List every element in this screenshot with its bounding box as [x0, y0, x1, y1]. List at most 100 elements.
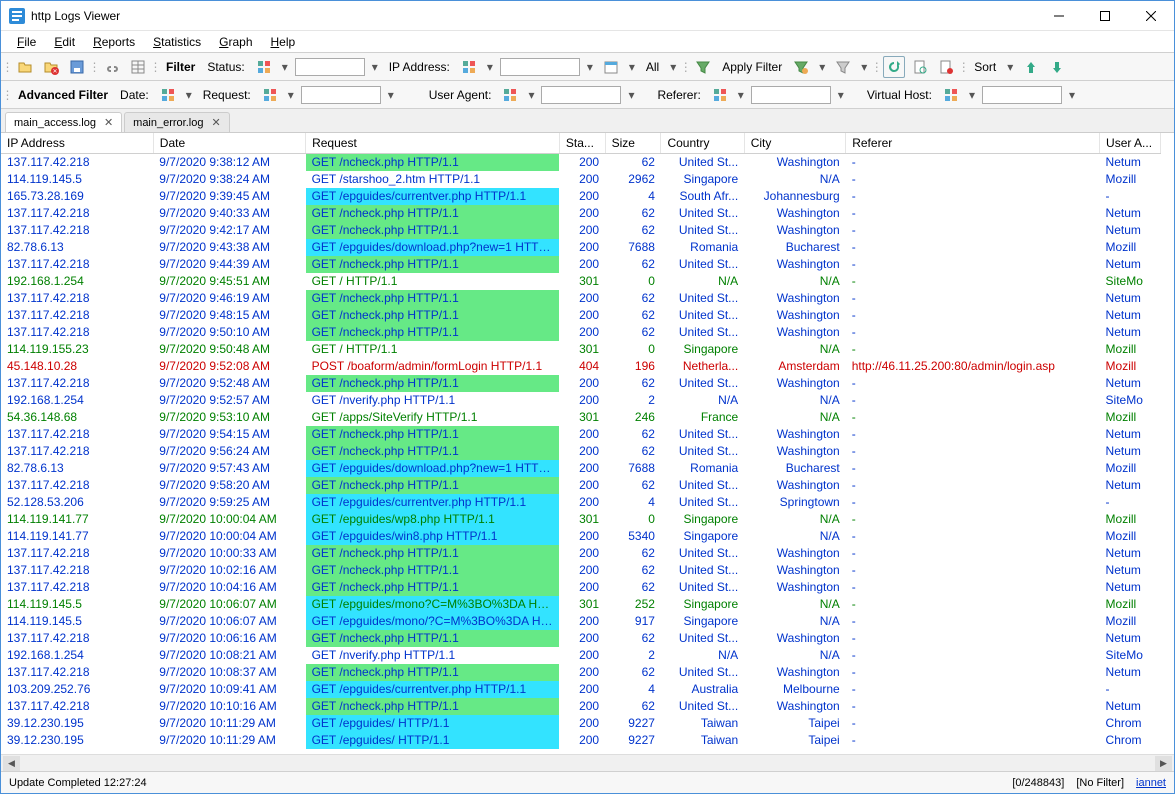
open-file-icon[interactable]	[14, 56, 36, 78]
funnel-clear-dd[interactable]: ▾	[858, 60, 870, 74]
tab-close-icon[interactable]: ✕	[104, 116, 113, 129]
table-row[interactable]: 45.148.10.289/7/2020 9:52:08 AMPOST /boa…	[1, 358, 1161, 375]
table-row[interactable]: 137.117.42.2189/7/2020 9:40:33 AMGET /nc…	[1, 205, 1161, 222]
funnel-icon[interactable]	[692, 56, 714, 78]
table-row[interactable]: 39.12.230.1959/7/2020 10:11:29 AMGET /ep…	[1, 732, 1161, 749]
sort-label[interactable]: Sort	[970, 60, 1000, 74]
status-grid-icon[interactable]	[253, 56, 275, 78]
referer-dd[interactable]: ▾	[735, 88, 747, 102]
table-row[interactable]: 137.117.42.2189/7/2020 9:56:24 AMGET /nc…	[1, 443, 1161, 460]
request-grid-icon[interactable]	[259, 84, 281, 106]
table-row[interactable]: 52.128.53.2069/7/2020 9:59:25 AMGET /epg…	[1, 494, 1161, 511]
funnel-config-icon[interactable]	[790, 56, 812, 78]
page-delete-icon[interactable]	[935, 56, 957, 78]
menu-file[interactable]: File	[9, 33, 44, 51]
table-row[interactable]: 137.117.42.2189/7/2020 10:10:16 AMGET /n…	[1, 698, 1161, 715]
table-row[interactable]: 114.119.145.59/7/2020 10:06:07 AMGET /ep…	[1, 596, 1161, 613]
referer-combo[interactable]	[751, 86, 831, 104]
vhost-dd[interactable]: ▾	[966, 88, 978, 102]
column-header[interactable]: Date	[153, 133, 305, 154]
ip-combo[interactable]	[500, 58, 580, 76]
table-row[interactable]: 192.168.1.2549/7/2020 9:45:51 AMGET / HT…	[1, 273, 1161, 290]
status-combo-dd[interactable]: ▾	[369, 60, 381, 74]
table-row[interactable]: 103.209.252.769/7/2020 10:09:41 AMGET /e…	[1, 681, 1161, 698]
link-icon[interactable]	[101, 56, 123, 78]
date-dd[interactable]: ▾	[183, 88, 195, 102]
ip-grid-icon[interactable]	[458, 56, 480, 78]
refresh-icon[interactable]	[883, 56, 905, 78]
scroll-left-icon[interactable]: ◀	[3, 756, 20, 771]
table-row[interactable]: 137.117.42.2189/7/2020 10:06:16 AMGET /n…	[1, 630, 1161, 647]
vhost-combo[interactable]	[982, 86, 1062, 104]
column-header[interactable]: IP Address	[1, 133, 153, 154]
table-row[interactable]: 137.117.42.2189/7/2020 9:46:19 AMGET /nc…	[1, 290, 1161, 307]
table-row[interactable]: 137.117.42.2189/7/2020 9:52:48 AMGET /nc…	[1, 375, 1161, 392]
ip-combo-dd[interactable]: ▾	[584, 60, 596, 74]
table-row[interactable]: 137.117.42.2189/7/2020 10:04:16 AMGET /n…	[1, 579, 1161, 596]
table-row[interactable]: 54.36.148.689/7/2020 9:53:10 AMGET /apps…	[1, 409, 1161, 426]
scroll-right-icon[interactable]: ▶	[1155, 756, 1172, 771]
sort-desc-icon[interactable]	[1046, 56, 1068, 78]
column-header[interactable]: Sta...	[559, 133, 605, 154]
table-row[interactable]: 114.119.155.239/7/2020 9:50:48 AMGET / H…	[1, 341, 1161, 358]
log-grid[interactable]: IP AddressDateRequestSta...SizeCountryCi…	[1, 133, 1174, 754]
status-dropdown[interactable]: ▾	[279, 60, 291, 74]
open-error-icon[interactable]: ✕	[40, 56, 62, 78]
column-header[interactable]: Size	[605, 133, 661, 154]
table-row[interactable]: 137.117.42.2189/7/2020 9:42:17 AMGET /nc…	[1, 222, 1161, 239]
close-button[interactable]	[1128, 1, 1174, 30]
column-header[interactable]: User A...	[1100, 133, 1161, 154]
calendar-dd[interactable]: ▾	[626, 60, 638, 74]
menu-edit[interactable]: Edit	[46, 33, 83, 51]
request-combo-dd[interactable]: ▾	[385, 88, 397, 102]
table-row[interactable]: 114.119.141.779/7/2020 10:00:04 AMGET /e…	[1, 528, 1161, 545]
column-header[interactable]: City	[744, 133, 846, 154]
column-header[interactable]: Country	[661, 133, 744, 154]
table-row[interactable]: 39.12.230.1959/7/2020 10:11:29 AMGET /ep…	[1, 715, 1161, 732]
ua-combo[interactable]	[541, 86, 621, 104]
vhost-grid-icon[interactable]	[940, 84, 962, 106]
horizontal-scrollbar[interactable]: ◀ ▶	[1, 754, 1174, 771]
referer-grid-icon[interactable]	[709, 84, 731, 106]
table-row[interactable]: 114.119.145.59/7/2020 9:38:24 AMGET /sta…	[1, 171, 1161, 188]
vhost-combo-dd[interactable]: ▾	[1066, 88, 1078, 102]
ua-grid-icon[interactable]	[499, 84, 521, 106]
table-row[interactable]: 137.117.42.2189/7/2020 9:58:20 AMGET /nc…	[1, 477, 1161, 494]
sort-asc-icon[interactable]	[1020, 56, 1042, 78]
referer-combo-dd[interactable]: ▾	[835, 88, 847, 102]
table-row[interactable]: 137.117.42.2189/7/2020 10:02:16 AMGET /n…	[1, 562, 1161, 579]
column-header[interactable]: Referer	[846, 133, 1100, 154]
table-row[interactable]: 114.119.145.59/7/2020 10:06:07 AMGET /ep…	[1, 613, 1161, 630]
calendar-icon[interactable]	[600, 56, 622, 78]
tab-main_error-log[interactable]: main_error.log✕	[124, 112, 230, 132]
menu-statistics[interactable]: Statistics	[145, 33, 209, 51]
status-link[interactable]: iannet	[1136, 777, 1166, 789]
table-row[interactable]: 137.117.42.2189/7/2020 9:54:15 AMGET /nc…	[1, 426, 1161, 443]
ip-dropdown[interactable]: ▾	[484, 60, 496, 74]
save-icon[interactable]	[66, 56, 88, 78]
request-combo[interactable]	[301, 86, 381, 104]
menu-reports[interactable]: Reports	[85, 33, 143, 51]
date-grid-icon[interactable]	[157, 84, 179, 106]
funnel-config-dd[interactable]: ▾	[816, 60, 828, 74]
tab-close-icon[interactable]: ✕	[211, 116, 220, 129]
ua-combo-dd[interactable]: ▾	[625, 88, 637, 102]
sort-dd[interactable]: ▾	[1004, 60, 1016, 74]
all-label[interactable]: All	[642, 60, 663, 74]
minimize-button[interactable]	[1036, 1, 1082, 30]
tab-main_access-log[interactable]: main_access.log✕	[5, 112, 122, 132]
table-row[interactable]: 114.119.141.779/7/2020 10:00:04 AMGET /e…	[1, 511, 1161, 528]
all-dd[interactable]: ▾	[667, 60, 679, 74]
table-row[interactable]: 137.117.42.2189/7/2020 9:38:12 AMGET /nc…	[1, 154, 1161, 171]
status-combo[interactable]	[295, 58, 365, 76]
table-icon[interactable]	[127, 56, 149, 78]
maximize-button[interactable]	[1082, 1, 1128, 30]
menu-help[interactable]: Help	[263, 33, 304, 51]
funnel-clear-icon[interactable]	[832, 56, 854, 78]
apply-filter-label[interactable]: Apply Filter	[718, 60, 786, 74]
table-row[interactable]: 192.168.1.2549/7/2020 10:08:21 AMGET /nv…	[1, 647, 1161, 664]
table-row[interactable]: 137.117.42.2189/7/2020 10:08:37 AMGET /n…	[1, 664, 1161, 681]
table-row[interactable]: 137.117.42.2189/7/2020 9:48:15 AMGET /nc…	[1, 307, 1161, 324]
table-row[interactable]: 165.73.28.1699/7/2020 9:39:45 AMGET /epg…	[1, 188, 1161, 205]
table-row[interactable]: 137.117.42.2189/7/2020 10:00:33 AMGET /n…	[1, 545, 1161, 562]
